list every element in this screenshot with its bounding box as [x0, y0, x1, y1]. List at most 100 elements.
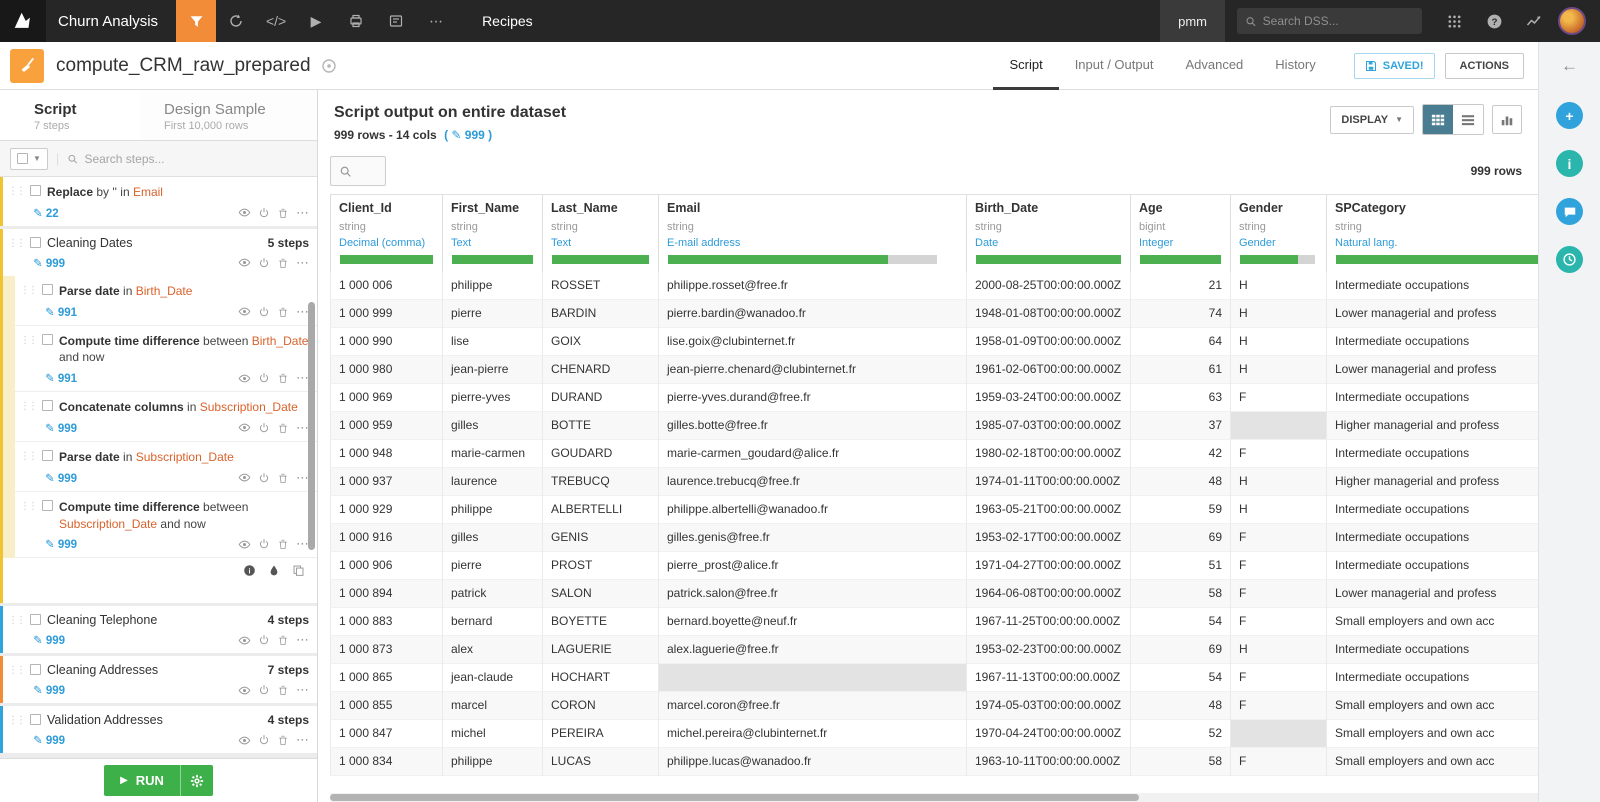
table-cell[interactable]: ALBERTELLI	[542, 496, 658, 524]
table-cell[interactable]: H	[1230, 356, 1326, 384]
user-avatar[interactable]	[1558, 7, 1586, 35]
disable-step-icon[interactable]	[258, 634, 270, 646]
table-cell[interactable]: HOCHART	[542, 664, 658, 692]
table-cell[interactable]: Higher managerial and profess	[1326, 412, 1538, 440]
table-cell[interactable]: Intermediate occupations	[1326, 636, 1538, 664]
group-color-icon[interactable]	[268, 564, 280, 577]
table-cell[interactable]: Intermediate occupations	[1326, 496, 1538, 524]
table-cell[interactable]: PROST	[542, 552, 658, 580]
step-group-header[interactable]: ⋮⋮Validation Addresses4 steps✎ 999⋯	[3, 706, 317, 753]
group-info-icon[interactable]: i	[243, 564, 256, 577]
toggle-step-visibility-icon[interactable]	[238, 471, 251, 484]
table-cell[interactable]: Intermediate occupations	[1326, 524, 1538, 552]
group-duplicate-icon[interactable]	[292, 564, 305, 577]
tab-advanced[interactable]: Advanced	[1169, 42, 1259, 90]
table-cell[interactable]: Intermediate occupations	[1326, 384, 1538, 412]
disable-step-icon[interactable]	[258, 472, 270, 484]
table-cell[interactable]: 74	[1130, 300, 1230, 328]
table-cell[interactable]: 1 000 834	[330, 748, 442, 776]
flow-icon[interactable]	[216, 0, 256, 42]
delete-step-icon[interactable]	[277, 422, 289, 434]
toggle-step-visibility-icon[interactable]	[238, 634, 251, 647]
table-cell[interactable]: LAGUERIE	[542, 636, 658, 664]
toggle-step-visibility-icon[interactable]	[238, 256, 251, 269]
column-meaning[interactable]: Decimal (comma)	[339, 237, 434, 249]
disable-step-icon[interactable]	[258, 257, 270, 269]
column-header[interactable]: First_NamestringText	[442, 195, 542, 272]
table-cell[interactable]: gilles	[442, 412, 542, 440]
table-cell[interactable]: Lower managerial and profess	[1326, 300, 1538, 328]
delete-step-icon[interactable]	[277, 472, 289, 484]
notebook-icon[interactable]	[376, 0, 416, 42]
table-cell[interactable]: Intermediate occupations	[1326, 664, 1538, 692]
column-header[interactable]: Last_NamestringText	[542, 195, 658, 272]
disable-step-icon[interactable]	[258, 207, 270, 219]
saved-button[interactable]: SAVED!	[1354, 53, 1435, 79]
copy-recipe-icon[interactable]	[321, 58, 337, 74]
table-cell[interactable]: 51	[1130, 552, 1230, 580]
table-cell[interactable]: 69	[1130, 524, 1230, 552]
script-step[interactable]: ⋮⋮Parse date in Subscription_Date✎ 999⋯	[15, 442, 317, 492]
table-cell[interactable]: F	[1230, 580, 1326, 608]
table-cell[interactable]: gilles.botte@free.fr	[658, 412, 966, 440]
column-meaning[interactable]: Integer	[1139, 237, 1222, 249]
step-more-icon[interactable]: ⋯	[296, 635, 309, 645]
run-button[interactable]: ▶ RUN	[104, 765, 213, 796]
table-cell[interactable]: 1961-02-06T00:00:00.000Z	[966, 356, 1130, 384]
script-step[interactable]: ⋮⋮Concatenate columns in Subscription_Da…	[15, 392, 317, 442]
steps-search-input[interactable]	[84, 152, 307, 166]
column-meaning[interactable]: Natural lang.	[1335, 237, 1538, 249]
drag-handle-icon[interactable]: ⋮⋮	[8, 236, 24, 251]
table-cell[interactable]: H	[1230, 300, 1326, 328]
select-all-dropdown[interactable]: ▼	[10, 148, 48, 170]
drag-handle-icon[interactable]: ⋮⋮	[8, 663, 24, 678]
table-cell[interactable]: F	[1230, 608, 1326, 636]
recipes-nav-icon[interactable]	[176, 0, 216, 42]
table-cell[interactable]: GOIX	[542, 328, 658, 356]
table-cell[interactable]	[658, 664, 966, 692]
drag-handle-icon[interactable]: ⋮⋮	[20, 283, 36, 298]
table-cell[interactable]: 54	[1130, 608, 1230, 636]
column-meaning[interactable]: Gender	[1239, 237, 1318, 249]
table-cell[interactable]: 1963-05-21T00:00:00.000Z	[966, 496, 1130, 524]
table-cell[interactable]: 69	[1130, 636, 1230, 664]
table-cell[interactable]: 1967-11-25T00:00:00.000Z	[966, 608, 1130, 636]
table-cell[interactable]: GOUDARD	[542, 440, 658, 468]
disable-step-icon[interactable]	[258, 372, 270, 384]
drag-handle-icon[interactable]: ⋮⋮	[8, 713, 24, 728]
tab-history[interactable]: History	[1259, 42, 1331, 90]
step-more-icon[interactable]: ⋯	[296, 735, 309, 745]
column-meaning[interactable]: Date	[975, 237, 1122, 249]
table-cell[interactable]: 1 000 980	[330, 356, 442, 384]
run-settings-button[interactable]	[180, 765, 213, 796]
table-cell[interactable]: H	[1230, 636, 1326, 664]
project-key-tag[interactable]: pmm	[1160, 0, 1225, 42]
table-cell[interactable]: F	[1230, 440, 1326, 468]
dataiku-logo[interactable]	[0, 0, 46, 42]
table-cell[interactable]: michel	[442, 720, 542, 748]
toggle-step-visibility-icon[interactable]	[238, 421, 251, 434]
table-cell[interactable]: F	[1230, 524, 1326, 552]
table-cell[interactable]: 1974-05-03T00:00:00.000Z	[966, 692, 1130, 720]
drag-handle-icon[interactable]: ⋮⋮	[20, 399, 36, 414]
table-cell[interactable]: jean-pierre.chenard@clubinternet.fr	[658, 356, 966, 384]
table-cell[interactable]: SALON	[542, 580, 658, 608]
global-search-input[interactable]	[1263, 14, 1414, 28]
table-search-box[interactable]	[330, 156, 386, 186]
step-modified-count[interactable]: ✎ 22	[33, 206, 59, 220]
delete-step-icon[interactable]	[277, 538, 289, 550]
toggle-step-visibility-icon[interactable]	[238, 305, 251, 318]
table-cell[interactable]: 1967-11-13T00:00:00.000Z	[966, 664, 1130, 692]
step-modified-count[interactable]: ✎ 999	[33, 256, 65, 270]
table-cell[interactable]: marcel.coron@free.fr	[658, 692, 966, 720]
column-header[interactable]: Client_IdstringDecimal (comma)	[330, 195, 442, 272]
table-cell[interactable]: Intermediate occupations	[1326, 440, 1538, 468]
step-checkbox[interactable]	[42, 284, 53, 295]
table-cell[interactable]: 21	[1130, 272, 1230, 300]
delete-step-icon[interactable]	[277, 306, 289, 318]
project-name[interactable]: Churn Analysis	[46, 13, 176, 30]
select-all-checkbox[interactable]	[17, 153, 28, 164]
table-cell[interactable]: 1980-02-18T00:00:00.000Z	[966, 440, 1130, 468]
table-cell[interactable]: Small employers and own acc	[1326, 748, 1538, 776]
table-cell[interactable]: 58	[1130, 748, 1230, 776]
